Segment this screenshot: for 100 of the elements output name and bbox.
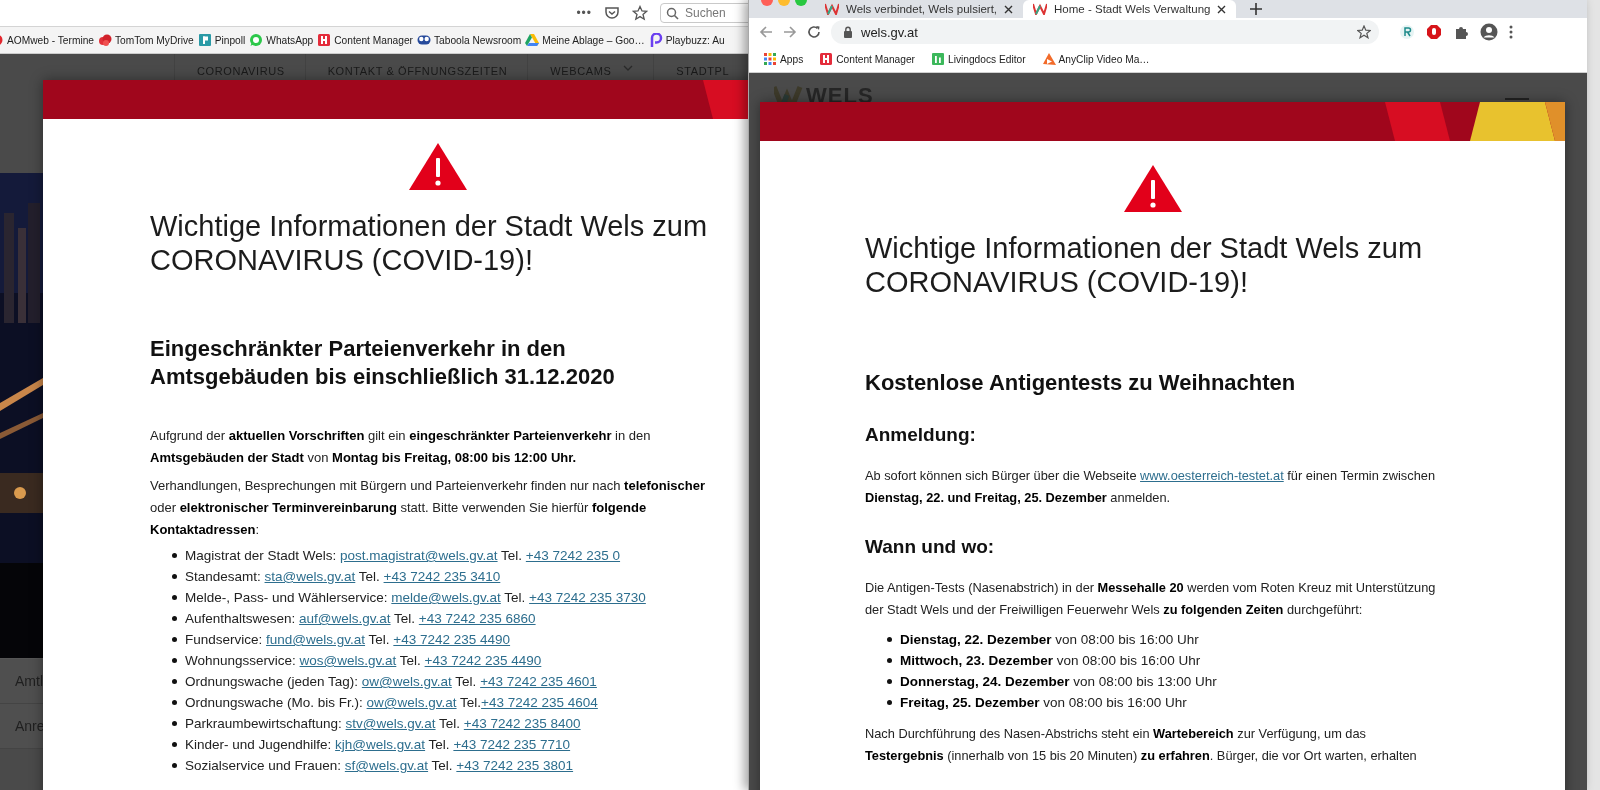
bookmark[interactable]: TomTom MyDrive [98,33,194,47]
list-item: Melde-, Pass- und Wählerservice: melde@wels.gv.at Tel. +43 7242 235 3730 [172,587,725,608]
link[interactable]: melde@wels.gv.at [391,590,501,605]
puzzle-icon[interactable] [1453,24,1469,40]
bullet [172,553,177,558]
bullet [172,700,177,705]
play-cone-icon [1041,52,1056,66]
modal-title: Wichtige Informationen der Stadt Wels zum CORONAVIRUS (COVID-19)! [150,209,709,277]
list-item: Ordnungswache (jeden Tag): ow@wels.gv.at Tel. +43 7242 235 4601 [172,671,725,692]
bookmark[interactable]: Pinpoll [197,33,246,47]
link[interactable]: ow@wels.gv.at [361,674,452,689]
account-icon[interactable] [1480,23,1498,41]
list-item: Aufenthaltswesen: auf@wels.gv.at Tel. +43 7242 235 6860 [172,608,725,629]
warning-icon [1122,163,1183,213]
list-item: Sozialservice und Frauen: sf@wels.gv.at Tel. +43 7242 235 3801 [172,755,725,776]
close-icon[interactable] [1004,4,1014,14]
star-icon[interactable] [632,5,648,21]
link[interactable]: kjh@wels.gv.at [335,737,426,752]
bookmark[interactable]: WhatsApp [249,33,314,47]
paragraph: Aufgrund der aktuellen Vorschriften gilt ein eingeschränkter Parteienverkehr in den Amtsgebäuden der Stadt von Montag bis Freitag, 08:00 bis 12:00 Uhr. [150,427,652,467]
link[interactable]: ow@wels.gv.at [366,695,457,710]
lock-icon [843,26,853,38]
paragraph: Die Antigen-Tests (Nasenabstrich) in der Messehalle 20 werden vom Roten Kreuz mit Unterstützung der Stadt Wels und der Freiwilligen Feuerwehr Wels zu folgenden Zeiten durchgeführt: [865,579,1437,619]
link[interactable]: +43 7242 235 3410 [383,569,501,584]
bullet [172,658,177,663]
browser-tab[interactable]: Home - Stadt Wels Verwaltung [1023,0,1237,18]
close-icon[interactable] [1217,4,1227,14]
forward-icon[interactable] [783,25,797,39]
link[interactable]: www.oesterreich-testet.at [1140,468,1284,483]
bullet [172,742,177,747]
bookmark[interactable]: Taboola Newsroom [417,33,522,47]
link[interactable]: +43 7242 235 4490 [424,653,542,668]
link[interactable]: +43 7242 235 4490 [393,632,511,647]
bullet [172,574,177,579]
link[interactable]: +43 7242 235 8400 [463,716,581,731]
link[interactable]: +43 7242 235 0 [525,548,621,563]
list-item: Magistrat der Stadt Wels: post.magistrat@wels.gv.at Tel. +43 7242 235 0 [172,545,725,566]
menu-icon[interactable] [1509,25,1513,39]
apps-grid-icon [763,52,777,66]
new-tab-icon[interactable] [1250,3,1263,15]
pocket-icon[interactable] [604,5,620,21]
w-logo-icon [825,3,839,15]
list-item: Kinder- und Jugendhilfe: kjh@wels.gv.at Tel. +43 7242 235 7710 [172,734,725,755]
list-item: Donnerstag, 24. Dezember von 08:00 bis 13:00 Uhr [887,671,1440,692]
bullet [172,637,177,642]
bookmark[interactable]: Apps [763,52,804,66]
bookmark[interactable]: AnyClip Video Ma… [1041,52,1150,66]
link[interactable]: +43 7242 235 3730 [529,590,646,605]
link[interactable]: fund@wels.gv.at [266,632,366,647]
list-item: Parkraumbewirtschaftung: stv@wels.gv.at Tel. +43 7242 235 8400 [172,713,725,734]
bookmark[interactable]: Livingdocs Editor [930,52,1026,66]
section-heading: Kostenlose Antigentests zu Weihnachten [865,369,1297,397]
list-item: Wohnungsservice: wos@wels.gv.at Tel. +43 7242 235 4490 [172,650,725,671]
link[interactable]: +43 7242 235 7710 [453,737,571,752]
link[interactable]: +43 7242 235 3801 [456,758,574,773]
link[interactable]: stv@wels.gv.at [345,716,436,731]
bookmark[interactable]: Content Manager [317,33,413,47]
link[interactable]: sf@wels.gv.at [344,758,429,773]
link[interactable]: +43 7242 235 4601 [480,674,597,689]
link[interactable]: sta@wels.gv.at [264,569,356,584]
more-button[interactable]: ••• [576,6,592,20]
bookmark[interactable]: Playbuzz: Au [648,33,725,47]
bars-tile-icon [930,52,945,66]
bookmark[interactable]: AOMweb - Termine [0,33,94,47]
p-tile-icon [197,33,212,47]
address-bar[interactable]: wels.gv.at [831,20,1379,44]
bullet [172,616,177,621]
loop-icon [648,33,663,47]
paragraph: Nach Durchführung des Nasen-Abstrichs steht ein Wartebereich zur Verfügung, um das Testergebnis (innerhalb von 15 bis 20 Minuten) zu erfahren. Bürger, die vor Ort warten, erhalten [865,725,1418,765]
bullet [172,763,177,768]
search-field[interactable]: Suchen [660,3,748,23]
chevron-icon [623,65,634,71]
bullet [172,595,177,600]
subheading: Wann und wo: [865,535,996,559]
eyes-icon [417,33,431,47]
list-item: Ordnungswache (Mo. bis Fr.): ow@wels.gv.at Tel.+43 7242 235 4604 [172,692,725,713]
browser-tab[interactable]: Wels verbindet, Wels pulsiert, [815,0,1024,18]
list-item: Mittwoch, 23. Dezember von 08:00 bis 16:00 Uhr [887,650,1440,671]
warning-icon [407,141,468,191]
link[interactable]: +43 7242 235 6860 [418,611,536,626]
w-logo-icon [1033,3,1048,15]
star-icon[interactable] [1357,25,1371,39]
bullet [172,679,177,684]
bookmark[interactable]: Meine Ablage – Goo… [525,33,645,47]
stop-hand-icon[interactable] [1426,24,1442,40]
link[interactable]: +43 7242 235 4604 [481,695,598,710]
bookmark[interactable]: Content Manager [819,52,915,66]
reload-icon[interactable] [807,25,821,39]
bullet [887,658,892,663]
link[interactable]: post.magistrat@wels.gv.at [340,548,498,563]
r-circle-icon[interactable] [1399,24,1415,40]
triangle-icon [525,33,540,47]
list-item: Freitag, 25. Dezember von 08:00 bis 16:00 Uhr [887,692,1440,713]
link[interactable]: wos@wels.gv.at [299,653,397,668]
subheading: Anmeldung: [865,423,977,447]
back-icon[interactable] [759,25,773,39]
list-item: Fundservice: fund@wels.gv.at Tel. +43 7242 235 4490 [172,629,725,650]
bullet [172,721,177,726]
link[interactable]: auf@wels.gv.at [299,611,391,626]
bullet [887,679,892,684]
